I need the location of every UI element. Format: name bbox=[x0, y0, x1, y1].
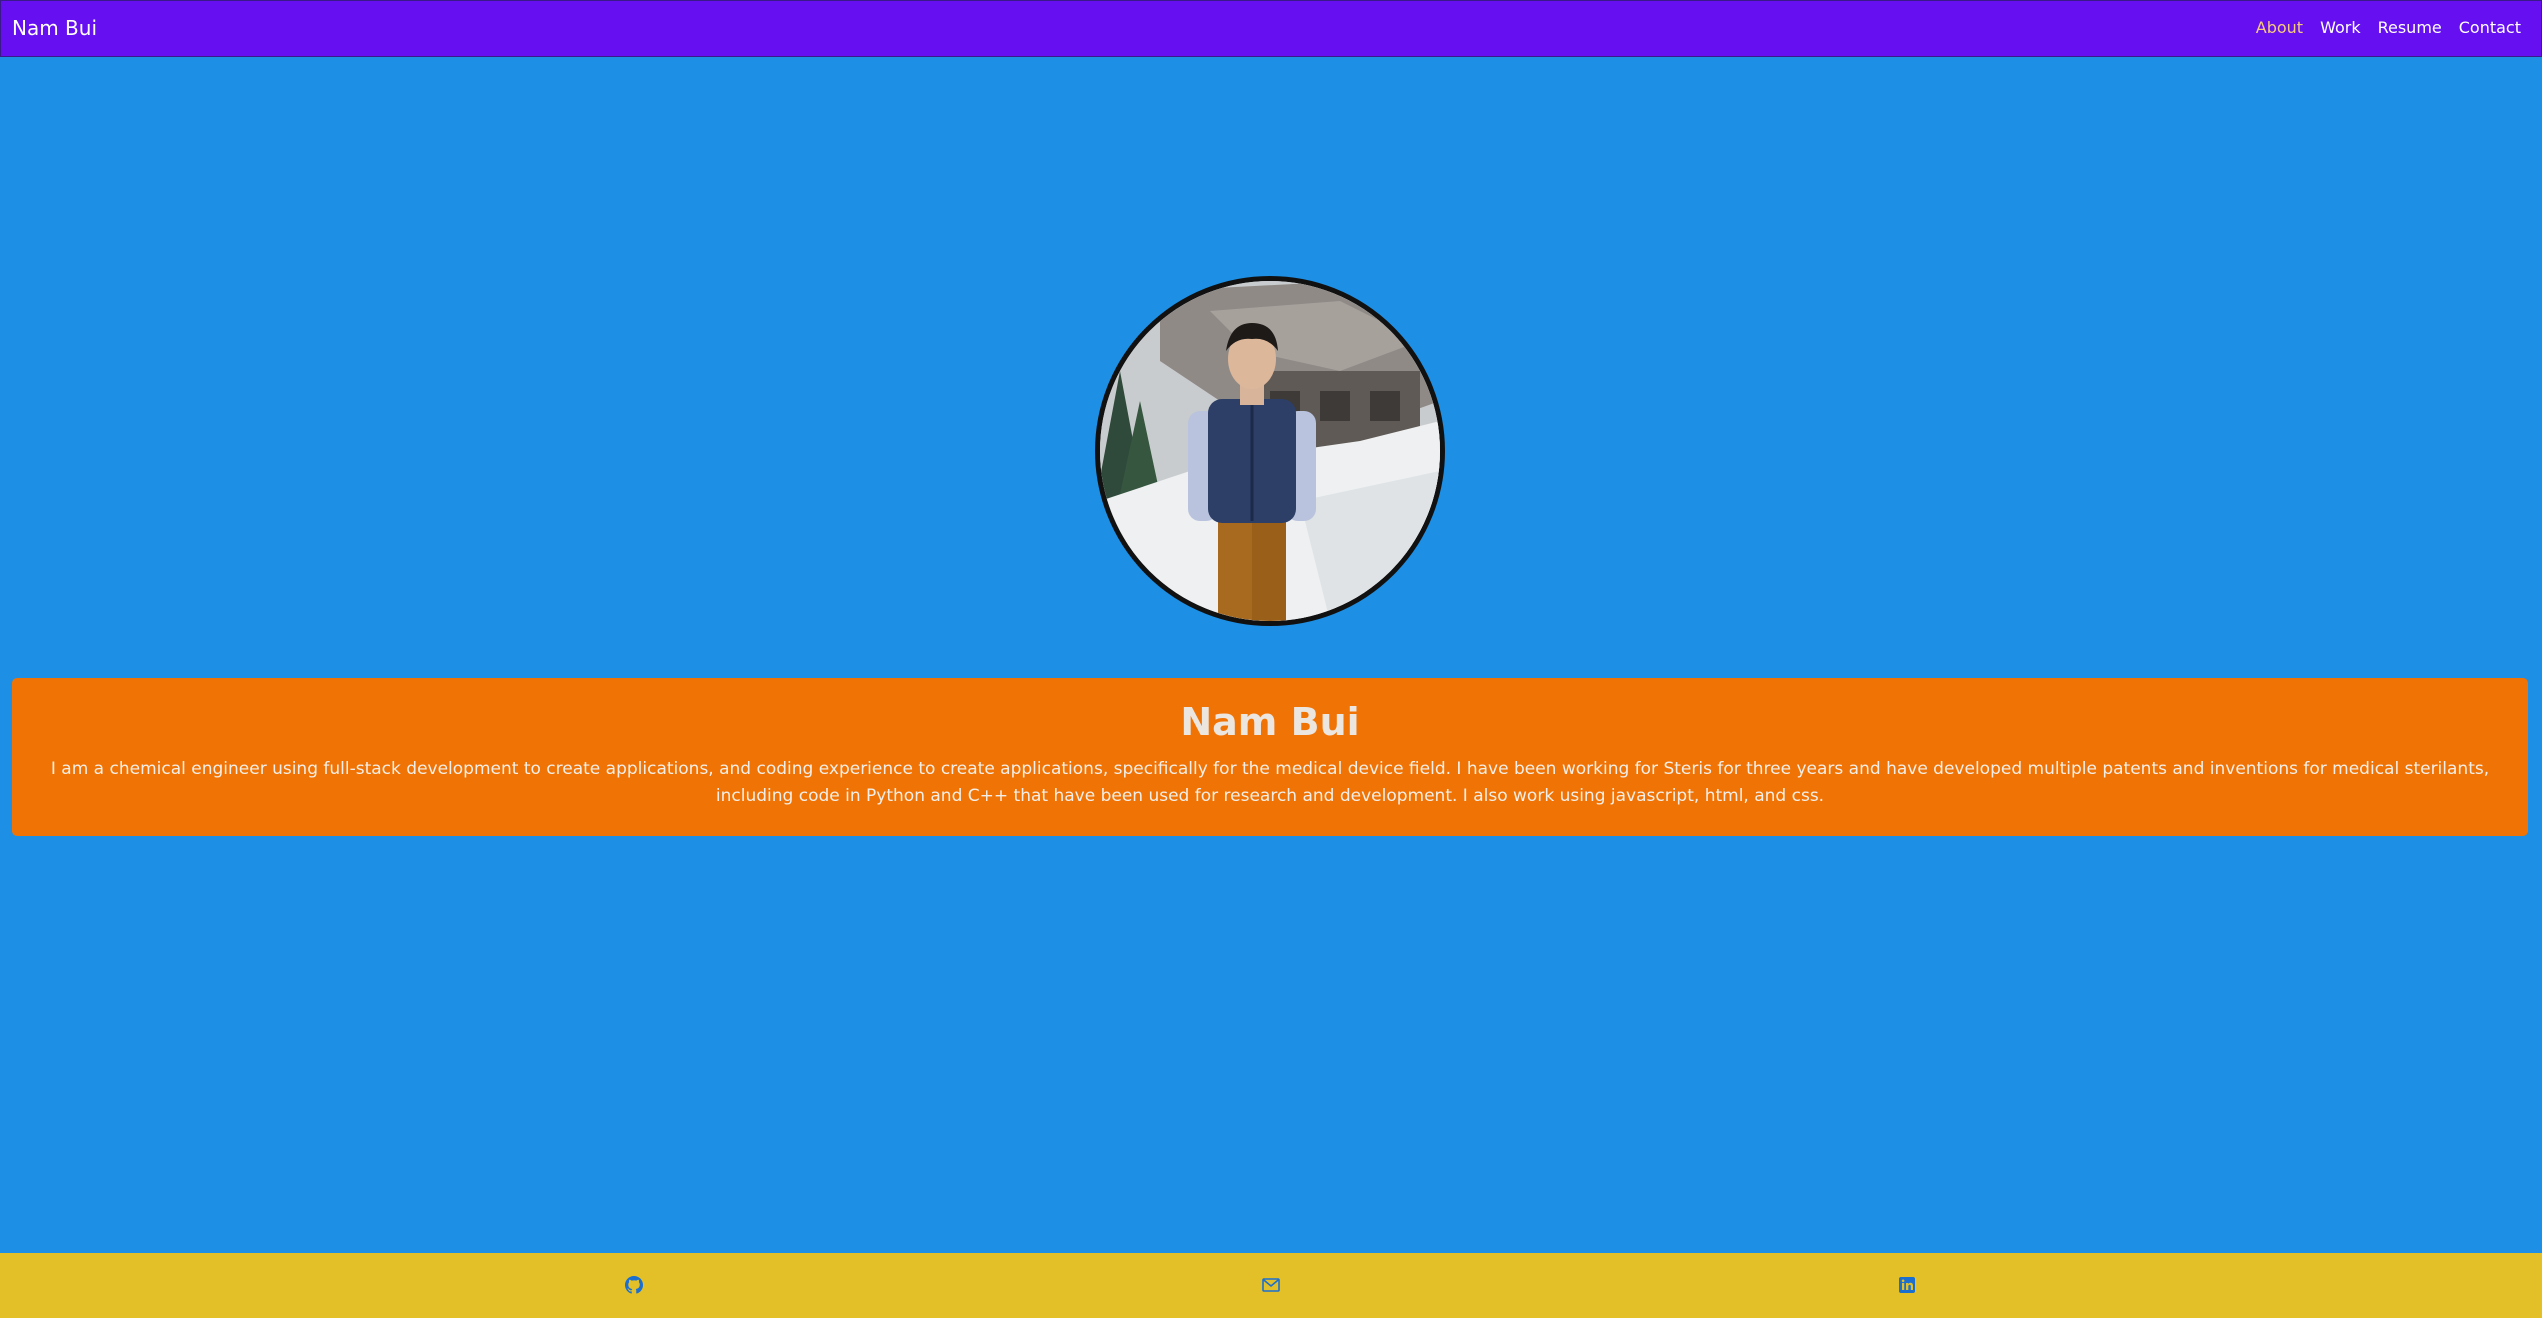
profile-photo bbox=[1100, 281, 1440, 621]
brand-link[interactable]: Nam Bui bbox=[12, 16, 97, 40]
nav-link-work[interactable]: Work bbox=[2320, 18, 2361, 37]
footer bbox=[0, 1253, 2542, 1318]
email-icon[interactable] bbox=[1261, 1275, 1281, 1295]
nav-links: About Work Resume Contact bbox=[2256, 18, 2521, 37]
profile-avatar bbox=[1095, 276, 1445, 626]
github-icon[interactable] bbox=[624, 1275, 644, 1295]
nav-link-resume[interactable]: Resume bbox=[2378, 18, 2442, 37]
about-card: Nam Bui I am a chemical engineer using f… bbox=[12, 678, 2528, 836]
nav-link-about[interactable]: About bbox=[2256, 18, 2303, 37]
navbar: Nam Bui About Work Resume Contact bbox=[0, 0, 2542, 57]
profile-name: Nam Bui bbox=[1180, 700, 1360, 744]
nav-link-contact[interactable]: Contact bbox=[2459, 18, 2521, 37]
profile-bio: I am a chemical engineer using full-stac… bbox=[50, 759, 2490, 806]
linkedin-icon[interactable] bbox=[1897, 1275, 1917, 1295]
